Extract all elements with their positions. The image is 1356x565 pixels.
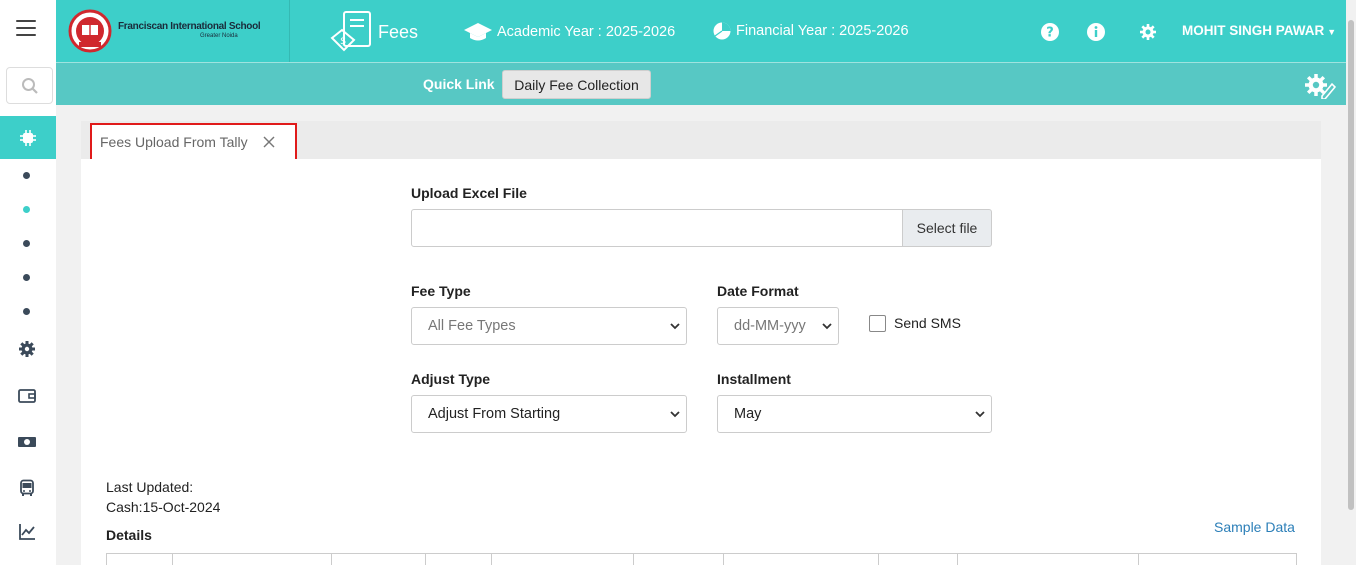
installment-select[interactable]: May [717,395,992,433]
tab-fees-upload-from-tally[interactable]: Fees Upload From Tally [90,123,297,161]
chevron-down-icon [822,321,832,331]
menu-icon[interactable] [16,20,36,36]
date-format-select[interactable]: dd-MM-yyy [717,307,839,345]
table-column-divider [723,554,724,565]
select-file-button[interactable]: Select file [902,209,992,247]
send-sms-label: Send SMS [894,315,961,331]
date-format-value: dd-MM-yyy [734,318,806,334]
quick-link-bar: Quick Link Daily Fee Collection [56,62,1346,105]
sidebar-item-wallet[interactable] [16,385,38,407]
table-column-divider [331,554,332,565]
adjust-type-select[interactable]: Adjust From Starting [411,395,687,433]
adjust-type-value: Adjust From Starting [428,406,561,422]
date-format-label: Date Format [717,283,799,299]
left-sidebar [0,0,56,565]
financial-year-selector[interactable]: Financial Year : 2025-2026 [712,21,909,41]
academic-year-selector[interactable]: Academic Year : 2025-2026 [463,21,675,43]
user-name: MOHIT SINGH PAWAR [1182,23,1325,38]
gear-edit-icon[interactable] [1302,71,1336,99]
app-root: Franciscan International School Greater … [0,0,1356,565]
caret-down-icon: ▼ [1327,27,1337,37]
sidebar-subitem-5[interactable] [23,308,30,315]
sidebar-item-cash[interactable] [16,431,38,453]
installment-value: May [734,406,762,422]
help-icon[interactable]: ? [1040,22,1060,42]
details-heading: Details [106,527,152,543]
table-column-divider [172,554,173,565]
sidebar-subitem-2[interactable] [23,206,30,213]
table-column-divider [425,554,426,565]
wallet-icon [18,389,36,403]
fee-type-select[interactable]: All Fee Types [411,307,687,345]
details-table-header [106,553,1297,565]
module-title: Fees [378,21,419,42]
pie-chart-icon [713,22,731,40]
close-icon[interactable] [262,135,276,149]
chevron-down-icon [670,411,680,418]
search-icon [21,77,38,94]
school-logo-icon [68,9,112,53]
sample-data-link[interactable]: Sample Data [1214,519,1295,535]
sidebar-subitem-3[interactable] [23,240,30,247]
table-column-divider [633,554,634,565]
svg-text:?: ? [1046,26,1054,41]
sidebar-item-settings[interactable] [16,338,38,360]
chart-icon [19,524,35,540]
chevron-down-icon [975,411,985,418]
page-scrollbar[interactable] [1346,0,1356,565]
svg-text:$: $ [340,36,346,47]
sidebar-search-button[interactable] [6,67,53,104]
adjust-type-label: Adjust Type [411,371,491,387]
academic-year-label: Academic Year : 2025-2026 [497,24,676,40]
sidebar-subitem-1[interactable] [23,172,30,179]
table-column-divider [491,554,492,565]
gear-icon [19,341,35,357]
daily-fee-collection-button[interactable]: Daily Fee Collection [502,70,651,99]
financial-year-label: Financial Year : 2025-2026 [736,23,909,39]
fee-type-label: Fee Type [411,283,471,299]
user-menu[interactable]: MOHIT SINGH PAWAR ▼ [1182,23,1336,38]
sidebar-item-fees[interactable] [0,116,56,159]
school-name: Franciscan International School [118,21,261,32]
money-icon [18,437,36,447]
settings-gear-icon[interactable] [1138,22,1158,42]
bus-icon [20,479,34,496]
school-subtitle: Greater Noida [200,33,238,39]
top-header: Franciscan International School Greater … [56,0,1356,62]
main-content: Fees Upload From Tally Upload Excel File… [56,105,1346,565]
send-sms-checkbox[interactable] [869,315,886,332]
chevron-down-icon [670,323,680,330]
fee-type-value: All Fee Types [428,318,516,334]
chip-icon [20,129,36,146]
quick-link-label: Quick Link [423,76,495,92]
info-icon[interactable] [1086,22,1106,42]
last-updated-label: Last Updated: [106,479,194,495]
excel-file-input[interactable] [411,209,903,247]
table-column-divider [957,554,958,565]
tab-label: Fees Upload From Tally [100,134,248,150]
scrollbar-thumb[interactable] [1348,20,1354,510]
sidebar-item-reports[interactable] [16,521,38,543]
table-column-divider [1138,554,1139,565]
graduation-cap-icon [464,23,492,41]
upload-excel-label: Upload Excel File [411,185,527,201]
fees-module-icon: $ [330,11,371,52]
module-title-area[interactable]: $ Fees [328,10,418,54]
table-column-divider [878,554,879,565]
sidebar-item-transport[interactable] [16,477,38,499]
sidebar-subitem-4[interactable] [23,274,30,281]
cash-updated-text: Cash:15-Oct-2024 [106,499,221,515]
school-logo-area[interactable]: Franciscan International School Greater … [56,0,290,62]
installment-label: Installment [717,371,791,387]
